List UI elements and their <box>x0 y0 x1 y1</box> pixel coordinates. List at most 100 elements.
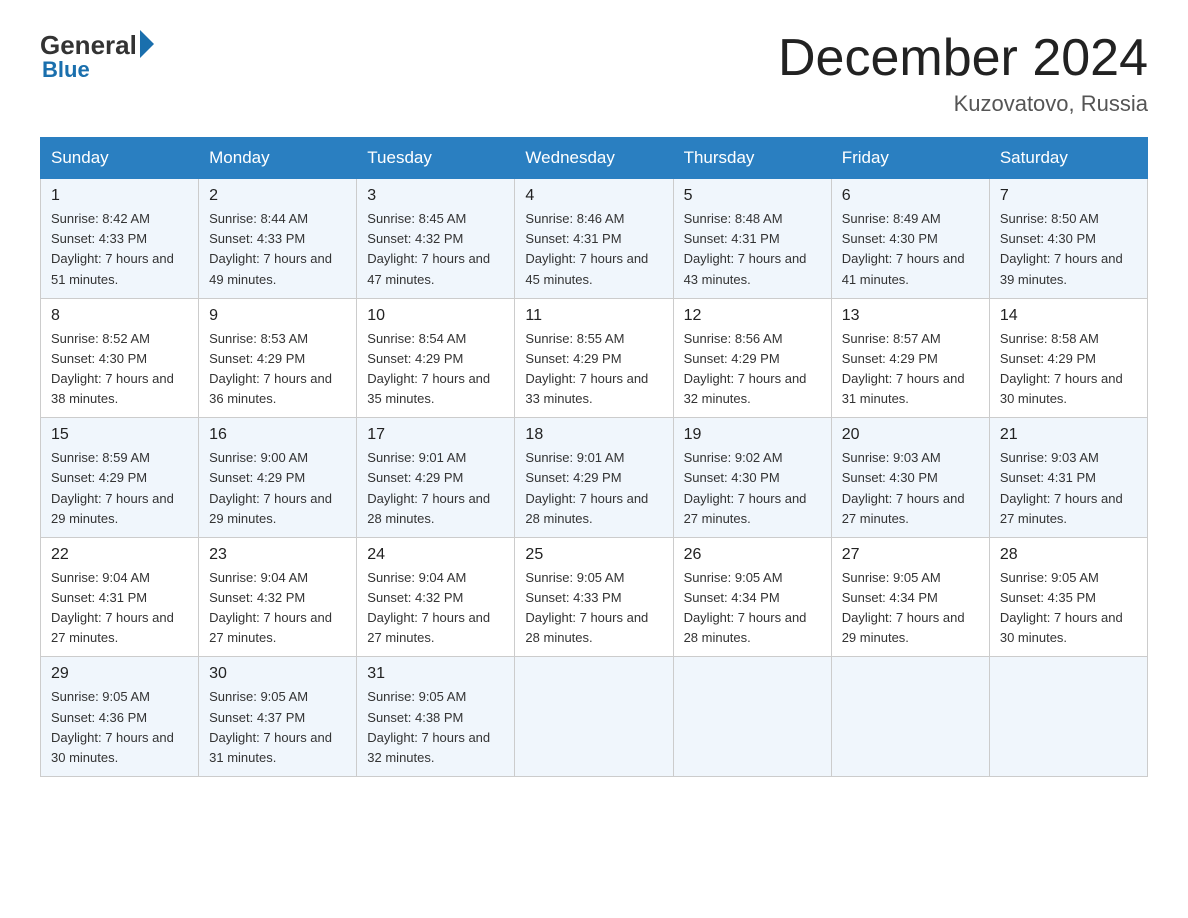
day-info: Sunrise: 9:00 AMSunset: 4:29 PMDaylight:… <box>209 448 346 529</box>
calendar-cell: 15 Sunrise: 8:59 AMSunset: 4:29 PMDayligh… <box>41 418 199 538</box>
day-info: Sunrise: 9:04 AMSunset: 4:32 PMDaylight:… <box>209 568 346 649</box>
header-tuesday: Tuesday <box>357 138 515 179</box>
day-info: Sunrise: 8:52 AMSunset: 4:30 PMDaylight:… <box>51 329 188 410</box>
day-info: Sunrise: 9:05 AMSunset: 4:38 PMDaylight:… <box>367 687 504 768</box>
calendar-cell: 6Sunrise: 8:49 AMSunset: 4:30 PMDaylight… <box>831 179 989 299</box>
day-number: 11 <box>525 307 662 325</box>
day-info: Sunrise: 9:04 AMSunset: 4:31 PMDaylight:… <box>51 568 188 649</box>
calendar-cell: 4 Sunrise: 8:46 AMSunset: 4:31 PMDaylight… <box>515 179 673 299</box>
day-info: Sunrise: 8:44 AMSunset: 4:33 PMDaylight:… <box>209 209 346 290</box>
day-number: 29 <box>51 665 188 683</box>
calendar-cell: 31 Sunrise: 9:05 AMSunset: 4:38 PMDayligh… <box>357 657 515 777</box>
day-number: 15 <box>51 426 188 444</box>
day-info: Sunrise: 9:05 AMSunset: 4:33 PMDaylight:… <box>525 568 662 649</box>
calendar-cell: 3 Sunrise: 8:45 AMSunset: 4:32 PMDaylight… <box>357 179 515 299</box>
day-info: Sunrise: 9:05 AMSunset: 4:37 PMDaylight:… <box>209 687 346 768</box>
logo-blue-text: Blue <box>42 57 90 83</box>
calendar-cell: 13 Sunrise: 8:57 AMSunset: 4:29 PMDayligh… <box>831 298 989 418</box>
calendar-cell: 9 Sunrise: 8:53 AMSunset: 4:29 PMDaylight… <box>199 298 357 418</box>
calendar-cell: 21Sunrise: 9:03 AMSunset: 4:31 PMDayligh… <box>989 418 1147 538</box>
day-info: Sunrise: 8:42 AMSunset: 4:33 PMDaylight:… <box>51 209 188 290</box>
day-number: 12 <box>684 307 821 325</box>
calendar-cell: 12 Sunrise: 8:56 AMSunset: 4:29 PMDayligh… <box>673 298 831 418</box>
calendar-cell: 10Sunrise: 8:54 AMSunset: 4:29 PMDayligh… <box>357 298 515 418</box>
calendar-cell: 11 Sunrise: 8:55 AMSunset: 4:29 PMDayligh… <box>515 298 673 418</box>
day-number: 1 <box>51 187 188 205</box>
day-number: 17 <box>367 426 504 444</box>
day-info: Sunrise: 8:45 AMSunset: 4:32 PMDaylight:… <box>367 209 504 290</box>
week-row-5: 29 Sunrise: 9:05 AMSunset: 4:36 PMDayligh… <box>41 657 1148 777</box>
day-info: Sunrise: 8:48 AMSunset: 4:31 PMDaylight:… <box>684 209 821 290</box>
day-number: 4 <box>525 187 662 205</box>
calendar-table: SundayMondayTuesdayWednesdayThursdayFrid… <box>40 137 1148 777</box>
day-number: 23 <box>209 546 346 564</box>
day-number: 7 <box>1000 187 1137 205</box>
week-row-4: 22 Sunrise: 9:04 AMSunset: 4:31 PMDayligh… <box>41 537 1148 657</box>
calendar-cell: 17 Sunrise: 9:01 AMSunset: 4:29 PMDayligh… <box>357 418 515 538</box>
calendar-cell: 2 Sunrise: 8:44 AMSunset: 4:33 PMDaylight… <box>199 179 357 299</box>
day-number: 13 <box>842 307 979 325</box>
day-info: Sunrise: 8:53 AMSunset: 4:29 PMDaylight:… <box>209 329 346 410</box>
calendar-cell <box>673 657 831 777</box>
calendar-cell: 30 Sunrise: 9:05 AMSunset: 4:37 PMDayligh… <box>199 657 357 777</box>
day-number: 22 <box>51 546 188 564</box>
day-info: Sunrise: 9:05 AMSunset: 4:35 PMDaylight:… <box>1000 568 1137 649</box>
day-number: 20 <box>842 426 979 444</box>
calendar-cell: 27 Sunrise: 9:05 AMSunset: 4:34 PMDayligh… <box>831 537 989 657</box>
day-number: 31 <box>367 665 504 683</box>
calendar-cell: 18 Sunrise: 9:01 AMSunset: 4:29 PMDayligh… <box>515 418 673 538</box>
header-friday: Friday <box>831 138 989 179</box>
header-thursday: Thursday <box>673 138 831 179</box>
day-number: 30 <box>209 665 346 683</box>
logo-arrow-icon <box>140 30 154 58</box>
day-info: Sunrise: 9:02 AMSunset: 4:30 PMDaylight:… <box>684 448 821 529</box>
logo: General Blue <box>40 30 154 83</box>
day-info: Sunrise: 9:05 AMSunset: 4:34 PMDaylight:… <box>842 568 979 649</box>
day-info: Sunrise: 9:04 AMSunset: 4:32 PMDaylight:… <box>367 568 504 649</box>
day-number: 18 <box>525 426 662 444</box>
day-info: Sunrise: 9:05 AMSunset: 4:34 PMDaylight:… <box>684 568 821 649</box>
header-wednesday: Wednesday <box>515 138 673 179</box>
day-number: 3 <box>367 187 504 205</box>
day-info: Sunrise: 9:01 AMSunset: 4:29 PMDaylight:… <box>367 448 504 529</box>
day-number: 14 <box>1000 307 1137 325</box>
calendar-cell: 29 Sunrise: 9:05 AMSunset: 4:36 PMDayligh… <box>41 657 199 777</box>
calendar-cell <box>515 657 673 777</box>
day-number: 27 <box>842 546 979 564</box>
day-info: Sunrise: 9:05 AMSunset: 4:36 PMDaylight:… <box>51 687 188 768</box>
calendar-cell: 24Sunrise: 9:04 AMSunset: 4:32 PMDayligh… <box>357 537 515 657</box>
calendar-cell <box>831 657 989 777</box>
page-header: General Blue December 2024 Kuzovatovo, R… <box>40 30 1148 117</box>
day-info: Sunrise: 8:56 AMSunset: 4:29 PMDaylight:… <box>684 329 821 410</box>
day-info: Sunrise: 8:49 AMSunset: 4:30 PMDaylight:… <box>842 209 979 290</box>
day-number: 26 <box>684 546 821 564</box>
calendar-cell: 16 Sunrise: 9:00 AMSunset: 4:29 PMDayligh… <box>199 418 357 538</box>
calendar-cell: 1 Sunrise: 8:42 AMSunset: 4:33 PMDaylight… <box>41 179 199 299</box>
week-row-3: 15 Sunrise: 8:59 AMSunset: 4:29 PMDayligh… <box>41 418 1148 538</box>
calendar-cell: 5 Sunrise: 8:48 AMSunset: 4:31 PMDaylight… <box>673 179 831 299</box>
calendar-cell: 14 Sunrise: 8:58 AMSunset: 4:29 PMDayligh… <box>989 298 1147 418</box>
header-monday: Monday <box>199 138 357 179</box>
calendar-cell: 23 Sunrise: 9:04 AMSunset: 4:32 PMDayligh… <box>199 537 357 657</box>
calendar-cell <box>989 657 1147 777</box>
day-number: 25 <box>525 546 662 564</box>
calendar-cell: 20Sunrise: 9:03 AMSunset: 4:30 PMDayligh… <box>831 418 989 538</box>
calendar-cell: 8 Sunrise: 8:52 AMSunset: 4:30 PMDaylight… <box>41 298 199 418</box>
day-number: 8 <box>51 307 188 325</box>
calendar-cell: 26 Sunrise: 9:05 AMSunset: 4:34 PMDayligh… <box>673 537 831 657</box>
calendar-cell: 19 Sunrise: 9:02 AMSunset: 4:30 PMDayligh… <box>673 418 831 538</box>
day-number: 5 <box>684 187 821 205</box>
day-number: 16 <box>209 426 346 444</box>
day-info: Sunrise: 8:57 AMSunset: 4:29 PMDaylight:… <box>842 329 979 410</box>
day-info: Sunrise: 9:01 AMSunset: 4:29 PMDaylight:… <box>525 448 662 529</box>
calendar-cell: 22 Sunrise: 9:04 AMSunset: 4:31 PMDayligh… <box>41 537 199 657</box>
day-info: Sunrise: 8:59 AMSunset: 4:29 PMDaylight:… <box>51 448 188 529</box>
location-text: Kuzovatovo, Russia <box>778 91 1148 117</box>
calendar-cell: 25 Sunrise: 9:05 AMSunset: 4:33 PMDayligh… <box>515 537 673 657</box>
day-number: 2 <box>209 187 346 205</box>
day-info: Sunrise: 8:55 AMSunset: 4:29 PMDaylight:… <box>525 329 662 410</box>
day-number: 9 <box>209 307 346 325</box>
day-info: Sunrise: 8:58 AMSunset: 4:29 PMDaylight:… <box>1000 329 1137 410</box>
day-info: Sunrise: 8:46 AMSunset: 4:31 PMDaylight:… <box>525 209 662 290</box>
day-number: 19 <box>684 426 821 444</box>
